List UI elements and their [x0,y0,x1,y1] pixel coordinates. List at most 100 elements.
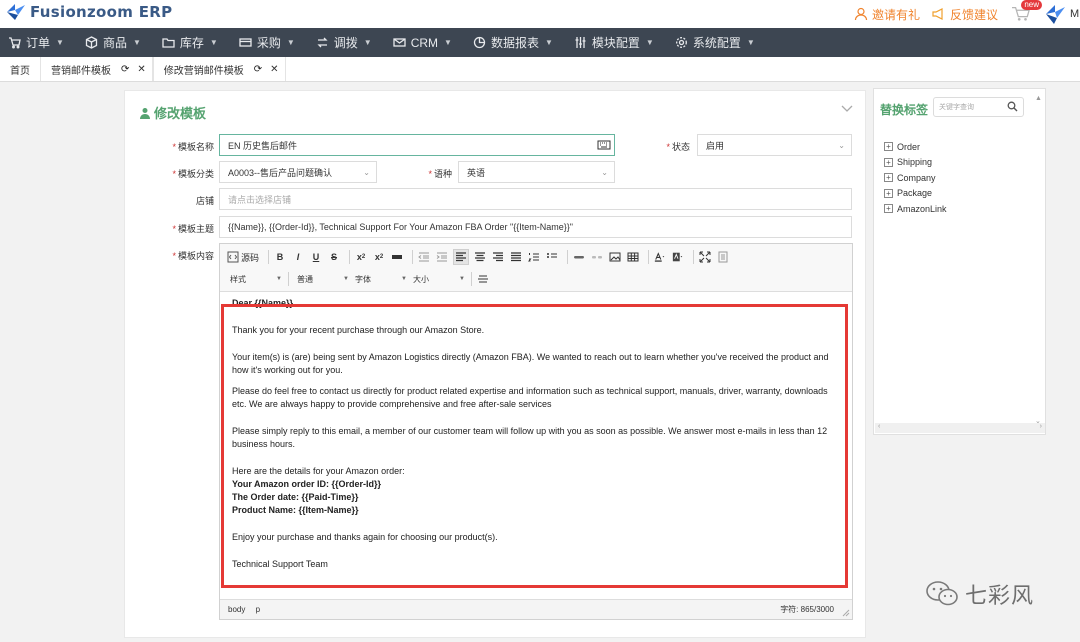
resize-grip-icon[interactable] [842,609,850,617]
chevron-down-icon: ▼ [343,276,349,282]
underline-button[interactable]: U [309,249,323,265]
invite-label: 邀请有礼 [871,7,920,22]
scroll-left-icon[interactable]: ‹ [878,423,880,430]
nav-purchase[interactable]: 采购 ▼ [231,28,308,57]
tab-home[interactable]: 首页 [0,57,41,81]
superscript-button[interactable]: x2 [372,249,386,265]
feedback-link[interactable]: 反馈建议 [932,6,998,23]
refresh-icon[interactable]: ⟳ [254,64,262,75]
invite-link[interactable]: 邀请有礼 [854,6,920,23]
tree-item-company[interactable]: + Company [884,170,947,186]
tag-tree: + Order + Shipping + Company + Package + Amaz… [884,139,947,217]
align-left-button[interactable] [453,249,470,265]
horizontal-rule-button[interactable] [476,271,490,287]
tree-item-shipping[interactable]: + Shipping [884,155,947,171]
category-select[interactable]: A0003--售后产品问题确认 ⌄ [219,161,377,183]
nav-orders[interactable]: 订单 ▼ [0,28,77,57]
chevron-down-icon: ▼ [444,38,452,47]
tree-item-amazonlink[interactable]: + AmazonLink [884,201,947,217]
unlink-button[interactable] [590,249,604,265]
size-dropdown-label: 大小 [413,274,429,284]
nav-modules[interactable]: 模块配置 ▼ [566,28,667,57]
preview-button[interactable] [716,249,730,265]
subject-input[interactable]: {{Name}}, {{Order-Id}}, Technical Suppor… [219,216,852,238]
scroll-right-icon[interactable]: › [1040,423,1042,430]
text-color-icon [654,252,665,262]
bulleted-list-button[interactable] [545,249,559,265]
maximize-button[interactable] [698,249,712,265]
vertical-scrollbar[interactable]: ▲ ⌄ [1035,95,1043,425]
format-dropdown[interactable]: 普通 ▼ [293,271,351,287]
keyboard-icon[interactable] [597,139,611,151]
status-select[interactable]: 启用 ⌄ [697,134,852,156]
nav-reports[interactable]: 数据报表 ▼ [465,28,566,57]
content-label: * 模板内容 [172,251,214,261]
table-button[interactable] [626,249,640,265]
style-dropdown-label: 样式 [230,274,246,284]
align-center-button[interactable] [473,249,487,265]
tab-edit-email-template[interactable]: 修改营销邮件模板 ⟳ ✕ [152,57,286,81]
maximize-icon [699,251,711,263]
align-right-button[interactable] [491,249,505,265]
tab-email-templates[interactable]: 营销邮件模板 ⟳ ✕ [41,57,153,81]
subscript-button[interactable]: x2 [354,249,368,265]
nav-transfer[interactable]: 调拨 ▼ [308,28,385,57]
expand-icon[interactable]: + [884,188,893,198]
element-path[interactable]: body p [228,605,260,614]
justify-button[interactable] [509,249,523,265]
outdent-button[interactable] [417,249,431,265]
language-select[interactable]: 英语 ⌄ [458,161,615,183]
outdent-icon [418,252,430,262]
search-icon[interactable] [1007,101,1018,112]
email-paragraph: Enjoy your purchase and thanks again for… [232,532,498,542]
style-dropdown[interactable]: 样式 ▼ [226,271,284,287]
cart-icon [9,37,21,49]
font-dropdown[interactable]: 字体 ▼ [351,271,409,287]
nav-products[interactable]: 商品 ▼ [77,28,154,57]
size-dropdown[interactable]: 大小 ▼ [409,271,467,287]
editor-content[interactable]: Dear {{Name}} Thank you for your recent … [220,293,852,599]
chevron-down-icon: ▼ [56,38,64,47]
nav-label: 调拨 [333,36,358,50]
shop-select[interactable]: 请点击选择店铺 [219,188,852,210]
app-logo[interactable]: Fusionzoom ERP [6,3,172,21]
panel-title-text: 修改模板 [154,106,207,121]
tree-item-package[interactable]: + Package [884,186,947,202]
numbered-list-button[interactable] [527,249,541,265]
scroll-up-icon[interactable]: ▲ [1035,95,1042,102]
category-label: * 模板分类 [172,169,214,179]
refresh-icon[interactable]: ⟳ [121,64,129,75]
expand-icon[interactable]: + [884,204,893,214]
email-order-id: Your Amazon order ID: {{Order-Id}} [232,479,382,489]
nav-inventory[interactable]: 库存 ▼ [154,28,231,57]
background-color-button[interactable] [671,249,685,265]
remove-format-button[interactable] [390,249,404,265]
watermark: 七彩风 [925,578,1034,610]
strikethrough-button[interactable]: S [327,249,341,265]
toolbar-divider [349,250,351,264]
user-name[interactable]: M [1070,8,1080,20]
expand-icon[interactable]: + [884,173,893,183]
image-button[interactable] [608,249,622,265]
avatar[interactable] [1044,3,1066,25]
tree-item-order[interactable]: + Order [884,139,947,155]
template-name-input[interactable]: EN 历史售后邮件 [219,134,615,156]
close-icon[interactable]: ✕ [137,64,145,75]
nav-crm[interactable]: CRM ▼ [385,28,465,57]
link-button[interactable] [572,249,586,265]
indent-button[interactable] [435,249,449,265]
italic-button[interactable]: I [291,249,305,265]
expand-icon[interactable]: + [884,142,893,152]
chevron-down-icon[interactable] [841,105,853,113]
text-color-button[interactable] [653,249,667,265]
bold-button[interactable]: B [273,249,287,265]
toolbar-divider [412,250,414,264]
nav-label: 系统配置 [692,36,741,50]
nav-system[interactable]: 系统配置 ▼ [667,28,768,57]
expand-icon[interactable]: + [884,157,893,167]
cart-button[interactable]: new [1010,0,1042,24]
horizontal-scrollbar[interactable]: ‹ › [875,423,1045,433]
toolbar-divider [693,250,695,264]
close-icon[interactable]: ✕ [270,64,278,75]
source-button[interactable]: 源码 [226,249,260,265]
